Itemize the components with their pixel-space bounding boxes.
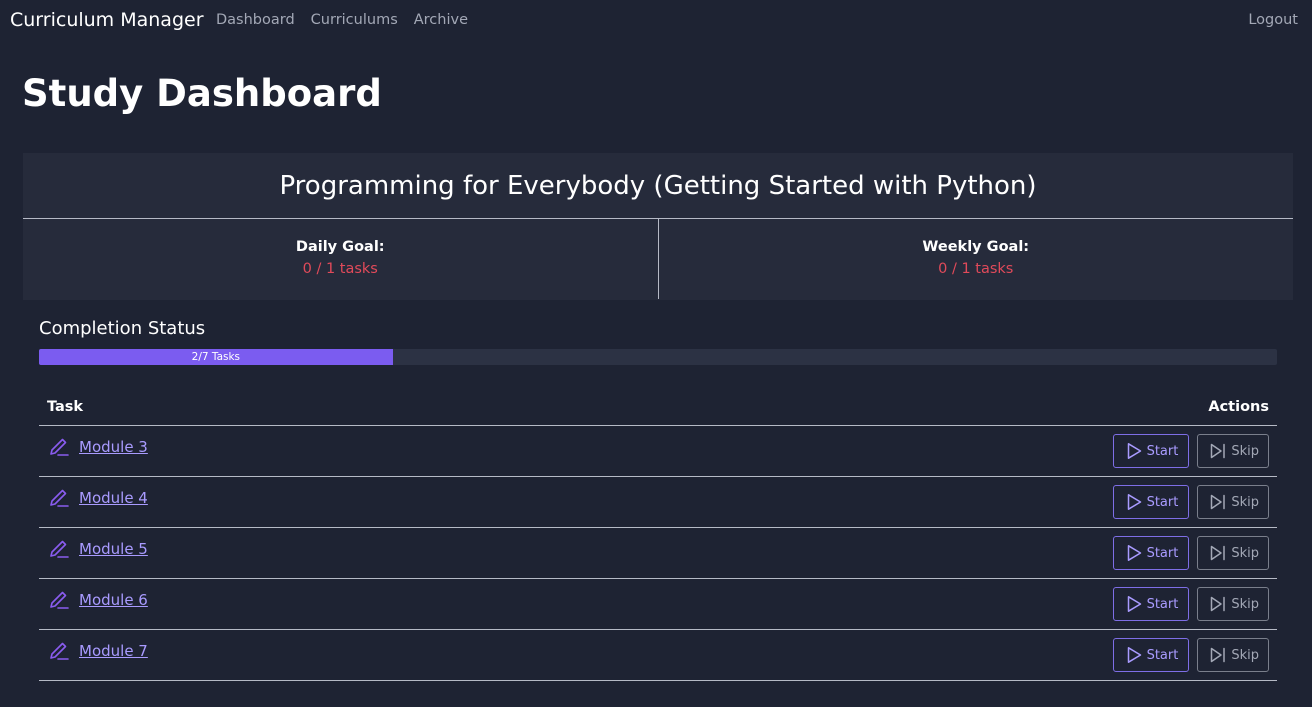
nav-links: Dashboard Curriculums Archive bbox=[216, 12, 468, 28]
play-icon bbox=[1125, 544, 1143, 562]
task-cell: Module 7 bbox=[47, 639, 148, 663]
weekly-goal: Weekly Goal: 0 / 1 tasks bbox=[657, 219, 1294, 299]
skip-button[interactable]: Skip bbox=[1197, 638, 1269, 672]
task-actions: Start Skip bbox=[1112, 434, 1269, 468]
skip-button-label: Skip bbox=[1231, 494, 1259, 510]
table-row: Module 6 Start Skip bbox=[39, 579, 1277, 630]
completion-status-title: Completion Status bbox=[39, 318, 206, 339]
start-button[interactable]: Start bbox=[1112, 638, 1190, 672]
completion-progress-fill: 2/7 Tasks bbox=[39, 349, 393, 365]
table-row: Module 3 Start Skip bbox=[39, 426, 1277, 477]
curriculum-card-header: Programming for Everybody (Getting Start… bbox=[23, 153, 1293, 219]
task-column-header: Task bbox=[47, 398, 84, 415]
table-row: Module 4 Start Skip bbox=[39, 477, 1277, 528]
task-link[interactable]: Module 7 bbox=[79, 642, 148, 660]
start-button[interactable]: Start bbox=[1112, 434, 1190, 468]
curriculum-title: Programming for Everybody (Getting Start… bbox=[279, 170, 1037, 201]
skip-button-label: Skip bbox=[1231, 545, 1259, 561]
skip-button[interactable]: Skip bbox=[1197, 587, 1269, 621]
skip-button[interactable]: Skip bbox=[1197, 485, 1269, 519]
start-button-label: Start bbox=[1146, 494, 1179, 510]
pencil-icon[interactable] bbox=[47, 486, 71, 510]
task-cell: Module 3 bbox=[47, 435, 148, 459]
play-icon bbox=[1125, 493, 1143, 511]
daily-goal-label: Daily Goal: bbox=[295, 239, 385, 255]
start-button-label: Start bbox=[1146, 596, 1179, 612]
task-link[interactable]: Module 4 bbox=[79, 489, 148, 507]
brand-link[interactable]: Curriculum Manager bbox=[10, 9, 204, 31]
page-title: Study Dashboard bbox=[22, 72, 382, 115]
skip-button[interactable]: Skip bbox=[1197, 434, 1269, 468]
task-table: Task Actions Module 3 Start Skip Module … bbox=[39, 388, 1277, 681]
task-actions: Start Skip bbox=[1112, 536, 1269, 570]
start-button[interactable]: Start bbox=[1112, 587, 1190, 621]
pencil-icon[interactable] bbox=[47, 639, 71, 663]
start-button[interactable]: Start bbox=[1112, 485, 1190, 519]
logout-link[interactable]: Logout bbox=[1248, 12, 1298, 28]
start-button-label: Start bbox=[1146, 647, 1179, 663]
start-button[interactable]: Start bbox=[1112, 536, 1190, 570]
task-table-header: Task Actions bbox=[39, 388, 1277, 426]
play-icon bbox=[1125, 646, 1143, 664]
task-cell: Module 5 bbox=[47, 537, 148, 561]
table-row: Module 5 Start Skip bbox=[39, 528, 1277, 579]
skip-button-label: Skip bbox=[1231, 596, 1259, 612]
nav-link-curriculums[interactable]: Curriculums bbox=[311, 12, 398, 28]
curriculum-card: Programming for Everybody (Getting Start… bbox=[23, 153, 1293, 300]
task-actions: Start Skip bbox=[1112, 638, 1269, 672]
table-row: Module 7 Start Skip bbox=[39, 630, 1277, 681]
skip-forward-icon bbox=[1209, 595, 1227, 613]
task-cell: Module 4 bbox=[47, 486, 148, 510]
task-link[interactable]: Module 6 bbox=[79, 591, 148, 609]
weekly-goal-value: 0 / 1 tasks bbox=[938, 261, 1014, 277]
task-link[interactable]: Module 3 bbox=[79, 438, 148, 456]
daily-goal: Daily Goal: 0 / 1 tasks bbox=[23, 219, 658, 299]
play-icon bbox=[1125, 595, 1143, 613]
skip-forward-icon bbox=[1209, 442, 1227, 460]
pencil-icon[interactable] bbox=[47, 588, 71, 612]
task-table-body: Module 3 Start Skip Module 4 Start Skip … bbox=[39, 426, 1277, 681]
nav-link-archive[interactable]: Archive bbox=[414, 12, 468, 28]
task-cell: Module 6 bbox=[47, 588, 148, 612]
actions-column-header: Actions bbox=[1208, 398, 1269, 415]
task-link[interactable]: Module 5 bbox=[79, 540, 148, 558]
skip-forward-icon bbox=[1209, 646, 1227, 664]
completion-progress-label: 2/7 Tasks bbox=[191, 351, 241, 363]
navbar: Curriculum Manager Dashboard Curriculums… bbox=[0, 0, 1312, 42]
task-actions: Start Skip bbox=[1112, 485, 1269, 519]
skip-button-label: Skip bbox=[1231, 647, 1259, 663]
nav-link-dashboard[interactable]: Dashboard bbox=[216, 12, 295, 28]
daily-goal-value: 0 / 1 tasks bbox=[302, 261, 378, 277]
weekly-goal-label: Weekly Goal: bbox=[922, 239, 1030, 255]
pencil-icon[interactable] bbox=[47, 537, 71, 561]
completion-progress-bar: 2/7 Tasks bbox=[39, 349, 1277, 365]
start-button-label: Start bbox=[1146, 443, 1179, 459]
play-icon bbox=[1125, 442, 1143, 460]
skip-forward-icon bbox=[1209, 493, 1227, 511]
goals-row: Daily Goal: 0 / 1 tasks Weekly Goal: 0 /… bbox=[23, 219, 1293, 299]
task-actions: Start Skip bbox=[1112, 587, 1269, 621]
pencil-icon[interactable] bbox=[47, 435, 71, 459]
start-button-label: Start bbox=[1146, 545, 1179, 561]
skip-forward-icon bbox=[1209, 544, 1227, 562]
skip-button[interactable]: Skip bbox=[1197, 536, 1269, 570]
skip-button-label: Skip bbox=[1231, 443, 1259, 459]
